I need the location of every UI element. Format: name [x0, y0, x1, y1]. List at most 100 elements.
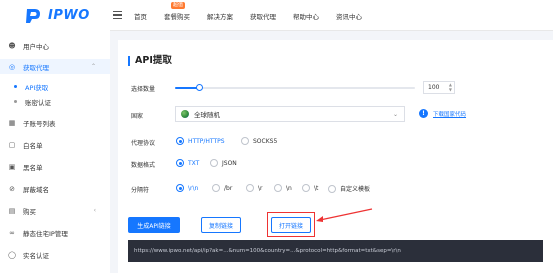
- radio-sep-rn[interactable]: \r\n: [176, 184, 198, 192]
- whitelist-icon: ▢: [8, 140, 16, 149]
- radio-label: \n: [286, 184, 292, 192]
- radio-circle: [176, 159, 184, 167]
- radio-json[interactable]: JSON: [210, 159, 237, 167]
- info-icon[interactable]: !: [419, 109, 428, 118]
- chevron-left-icon: ‹: [93, 207, 96, 214]
- radio-http[interactable]: HTTP/HTTPS: [176, 137, 225, 145]
- copy-link-button[interactable]: 复制链接: [201, 217, 241, 233]
- page-title: API提取: [128, 56, 172, 66]
- download-country-code-link[interactable]: 下载国家代码: [433, 110, 466, 118]
- quantity-input[interactable]: 100 ▲ ▼: [423, 81, 455, 94]
- annotation-arrow-icon: [316, 208, 373, 222]
- radio-label: /br: [224, 184, 233, 192]
- blacklist-icon: ▣: [8, 162, 16, 171]
- radio-sep-r[interactable]: \r: [246, 184, 263, 192]
- nav-badge: 超值: [171, 1, 186, 9]
- sidebar-item-label: 账密认证: [25, 98, 51, 107]
- radio-circle: [302, 184, 310, 192]
- sidebar-item-blacklist[interactable]: ▣ 黑名单: [0, 159, 110, 174]
- block-icon: ⊘: [9, 184, 15, 193]
- user-icon: ☻: [8, 41, 16, 50]
- radio-label: SOCKS5: [253, 137, 278, 145]
- radio-label: \t: [314, 184, 319, 192]
- radio-label: HTTP/HTTPS: [188, 137, 225, 145]
- sidebar-item-label: 实名认证: [23, 251, 49, 260]
- radio-label: \r: [258, 184, 263, 192]
- highlight-box: [267, 212, 315, 237]
- sidebar-item-user-center[interactable]: ☻ 用户中心: [0, 38, 110, 53]
- menu-toggle-icon[interactable]: [113, 11, 122, 19]
- sidebar-item-get-proxy[interactable]: ◎ 获取代理 ⌃: [0, 59, 110, 74]
- quantity-value: 100: [428, 84, 440, 91]
- separator-label: 分隔符: [131, 187, 150, 194]
- logo-mark-icon: [26, 8, 40, 23]
- sidebar-item-label: 白名单: [23, 141, 43, 150]
- sidebar-item-label: 静态住宅IP管理: [23, 229, 68, 238]
- radio-txt[interactable]: TXT: [176, 159, 199, 167]
- sidebar: ☻ 用户中心 ◎ 获取代理 ⌃ API获取 账密认证 ▦ 子账号列表 ▢ 白名单…: [0, 31, 110, 273]
- nav-get-proxy[interactable]: 获取代理: [250, 11, 276, 21]
- radio-label: TXT: [188, 159, 200, 167]
- location-icon: ◎: [8, 62, 16, 71]
- sidebar-item-whitelist[interactable]: ▢ 白名单: [0, 137, 110, 152]
- sidebar-item-verification[interactable]: ◯ 实名认证: [0, 247, 110, 262]
- stepper-icon[interactable]: ▲ ▼: [449, 82, 452, 92]
- generate-api-link-button[interactable]: 生成API链接: [128, 217, 180, 233]
- top-nav: 首页 超值 套餐购买 解决方案 获取代理 帮助中心 资讯中心: [134, 0, 379, 31]
- sidebar-item-label: 黑名单: [23, 163, 43, 172]
- sidebar-item-account-auth[interactable]: 账密认证: [0, 94, 110, 109]
- radio-sep-n[interactable]: \n: [274, 184, 292, 192]
- radio-circle: [212, 184, 220, 192]
- radio-circle: [176, 184, 184, 192]
- sidebar-item-label: API获取: [25, 83, 49, 92]
- country-value: 全球随机: [194, 111, 220, 119]
- logo[interactable]: IPWO: [0, 0, 110, 31]
- nav-solutions[interactable]: 解决方案: [207, 11, 233, 21]
- radio-sep-br[interactable]: /br: [212, 184, 232, 192]
- radio-circle: [274, 184, 282, 192]
- radio-label: \r\n: [188, 184, 199, 192]
- quantity-label: 选择数量: [131, 86, 156, 93]
- protocol-label: 代理协议: [131, 140, 156, 147]
- radio-sep-t[interactable]: \t: [302, 184, 318, 192]
- bullet-icon: [14, 100, 17, 103]
- account-card-icon: ▦: [8, 118, 16, 127]
- sidebar-item-api[interactable]: API获取: [0, 79, 110, 94]
- radio-circle: [210, 159, 218, 167]
- radio-circle: [246, 184, 254, 192]
- radio-circle: [328, 184, 336, 193]
- sidebar-item-static-ip[interactable]: ∞ 静态住宅IP管理: [0, 225, 110, 240]
- format-label: 数据格式: [131, 162, 156, 169]
- nav-home[interactable]: 首页: [134, 11, 147, 21]
- radio-label: JSON: [222, 159, 237, 167]
- infinity-icon: ∞: [9, 228, 15, 237]
- shield-check-icon: ◯: [8, 250, 16, 259]
- sidebar-item-label: 屏蔽域名: [23, 185, 49, 194]
- calendar-icon: ▤: [8, 206, 16, 215]
- sidebar-item-purchase[interactable]: ▤ 购买 ‹: [0, 203, 110, 218]
- country-select[interactable]: 全球随机 ⌄: [175, 106, 405, 122]
- top-bar: IPWO 首页 超值 套餐购买 解决方案 获取代理 帮助中心 资讯中心: [0, 0, 553, 31]
- sidebar-item-sub-accounts[interactable]: ▦ 子账号列表: [0, 115, 110, 130]
- nav-packages[interactable]: 超值 套餐购买: [164, 1, 190, 21]
- logo-text: IPWO: [48, 8, 90, 23]
- sidebar-item-label: 用户中心: [23, 42, 49, 51]
- radio-circle: [241, 137, 249, 145]
- nav-help[interactable]: 帮助中心: [293, 11, 319, 21]
- radio-sep-custom[interactable]: 自定义模板: [328, 184, 370, 193]
- radio-circle: [176, 137, 184, 145]
- sidebar-item-label: 获取代理: [23, 63, 49, 72]
- api-panel: API提取 选择数量 100 ▲ ▼ 国家 全球随机 ⌄ ! 下载国家代码 代理协…: [118, 40, 553, 273]
- sidebar-item-label: 购买: [23, 207, 36, 216]
- nav-packages-label: 套餐购买: [164, 12, 190, 21]
- sidebar-item-block-domain[interactable]: ⊘ 屏蔽域名: [0, 181, 110, 196]
- bullet-icon: [14, 85, 17, 88]
- quantity-slider[interactable]: [175, 84, 415, 91]
- radio-socks5[interactable]: SOCKS5: [241, 137, 277, 145]
- chevron-down-icon: ⌄: [392, 110, 398, 118]
- nav-news[interactable]: 资讯中心: [336, 11, 362, 21]
- sidebar-item-label: 子账号列表: [23, 119, 56, 128]
- api-link-display[interactable]: https://www.ipwo.net/api/ip?ak=...&num=1…: [128, 240, 543, 262]
- chevron-up-icon: ⌃: [90, 63, 96, 70]
- slider-handle[interactable]: [196, 84, 203, 91]
